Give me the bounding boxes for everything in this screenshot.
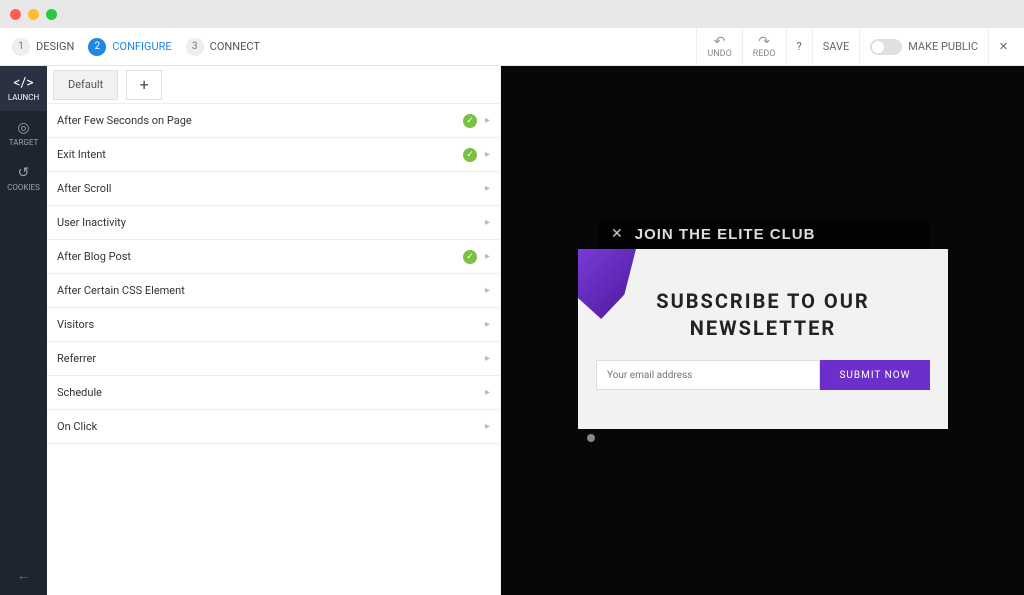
chevron-right-icon: ▸ [485, 353, 490, 364]
back-button[interactable]: ← [0, 555, 47, 595]
left-rail: </>LAUNCH ◎TARGET ↺COOKIES ← [0, 66, 47, 595]
trigger-label: After Blog Post [57, 250, 131, 263]
trigger-label: After Certain CSS Element [57, 284, 185, 297]
trigger-row[interactable]: Visitors ▸ [47, 308, 500, 342]
step-nav: 1 DESIGN 2 CONFIGURE 3 CONNECT [12, 38, 260, 56]
trigger-row[interactable]: Exit Intent ✓ ▸ [47, 138, 500, 172]
step-connect[interactable]: 3 CONNECT [186, 38, 260, 56]
trigger-label: After Scroll [57, 182, 111, 195]
trigger-label: Schedule [57, 386, 102, 399]
trigger-label: User Inactivity [57, 216, 126, 229]
slider-indicator [587, 434, 595, 442]
popup-title: SUBSCRIBE TO OURNEWSLETTER [656, 288, 869, 342]
trigger-label: Referrer [57, 352, 96, 365]
trigger-label: After Few Seconds on Page [57, 114, 192, 127]
toggle-icon [870, 39, 902, 55]
trigger-label: On Click [57, 420, 97, 433]
redo-icon: ↷ [758, 35, 770, 49]
chevron-right-icon: ▸ [485, 251, 490, 262]
window-titlebar [0, 0, 1024, 28]
chevron-right-icon: ▸ [485, 115, 490, 126]
popup-accent [578, 249, 636, 319]
trigger-row[interactable]: After Few Seconds on Page ✓ ▸ [47, 104, 500, 138]
trigger-list: After Few Seconds on Page ✓ ▸ Exit Intent ✓ ▸… [47, 104, 500, 595]
preview-pane: ✕ JOIN THE ELITE CLUB SUBSCRIBE TO OURNE… [501, 66, 1024, 595]
chevron-right-icon: ▸ [485, 421, 490, 432]
cookies-icon: ↺ [18, 165, 30, 181]
tab-default[interactable]: Default [53, 70, 118, 100]
close-icon: ✕ [999, 40, 1008, 53]
trigger-row[interactable]: Referrer ▸ [47, 342, 500, 376]
chevron-right-icon: ▸ [485, 149, 490, 160]
arrow-left-icon: ← [17, 567, 31, 584]
step-configure[interactable]: 2 CONFIGURE [88, 38, 171, 56]
make-public-toggle[interactable]: MAKE PUBLIC [859, 28, 988, 66]
popup-card: SUBSCRIBE TO OURNEWSLETTER SUBMIT NOW [578, 249, 948, 429]
close-window-button[interactable] [10, 9, 21, 20]
step-design[interactable]: 1 DESIGN [12, 38, 74, 56]
check-icon: ✓ [463, 148, 477, 162]
tab-bar: Default + [47, 66, 500, 104]
target-icon: ◎ [17, 120, 29, 136]
chevron-right-icon: ▸ [485, 285, 490, 296]
popup-close-icon[interactable]: ✕ [611, 226, 623, 242]
trigger-label: Visitors [57, 318, 94, 331]
chevron-right-icon: ▸ [485, 319, 490, 330]
check-icon: ✓ [463, 114, 477, 128]
trigger-row[interactable]: User Inactivity ▸ [47, 206, 500, 240]
popup-form: SUBMIT NOW [596, 360, 930, 390]
trigger-label: Exit Intent [57, 148, 106, 161]
email-field[interactable] [596, 360, 820, 390]
undo-icon: ↶ [714, 35, 726, 49]
help-button[interactable]: ? [786, 28, 812, 66]
rail-target[interactable]: ◎TARGET [0, 111, 47, 156]
popup-head-title: JOIN THE ELITE CLUB [635, 226, 816, 243]
chevron-right-icon: ▸ [485, 183, 490, 194]
add-tab-button[interactable]: + [126, 70, 162, 100]
rail-cookies[interactable]: ↺COOKIES [0, 156, 47, 201]
config-panel: Default + After Few Seconds on Page✓▸Exi… [47, 66, 501, 595]
save-button[interactable]: SAVE [812, 28, 860, 66]
submit-button[interactable]: SUBMIT NOW [820, 360, 930, 390]
minimize-window-button[interactable] [28, 9, 39, 20]
help-icon: ? [797, 40, 802, 53]
trigger-row[interactable]: After Scroll ▸ [47, 172, 500, 206]
trigger-row[interactable]: On Click ▸ [47, 410, 500, 444]
trigger-row[interactable]: After Blog Post ✓ ▸ [47, 240, 500, 274]
check-icon: ✓ [463, 250, 477, 264]
trigger-row[interactable]: After Certain CSS Element ▸ [47, 274, 500, 308]
undo-button[interactable]: ↶UNDO [696, 28, 741, 66]
chevron-right-icon: ▸ [485, 387, 490, 398]
popup-header: ✕ JOIN THE ELITE CLUB [599, 219, 929, 249]
code-icon: </> [13, 75, 33, 91]
trigger-row[interactable]: Schedule ▸ [47, 376, 500, 410]
rail-launch[interactable]: </>LAUNCH [0, 66, 47, 111]
header-actions: ↶UNDO ↷REDO ? SAVE MAKE PUBLIC ✕ [696, 28, 1018, 66]
close-button[interactable]: ✕ [988, 28, 1018, 66]
maximize-window-button[interactable] [46, 9, 57, 20]
chevron-right-icon: ▸ [485, 217, 490, 228]
redo-button[interactable]: ↷REDO [742, 28, 786, 66]
app-header: 1 DESIGN 2 CONFIGURE 3 CONNECT ↶UNDO ↷RE… [0, 28, 1024, 66]
